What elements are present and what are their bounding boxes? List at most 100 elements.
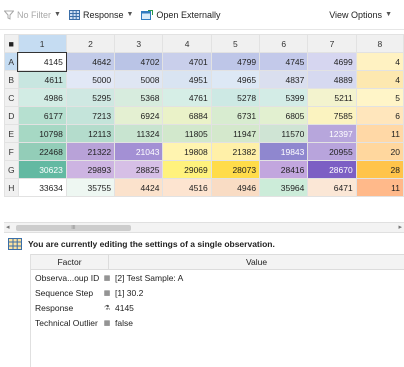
column-header-7[interactable]: 7 [307,34,357,53]
horizontal-scrollbar[interactable]: ◂ III ▸ [4,222,404,233]
property-row[interactable]: Observa...oup ID ▦ [2] Test Sample: A [31,270,404,285]
well-G4[interactable]: 29069 [162,160,212,179]
filter-dropdown[interactable]: No Filter ▼ [4,10,61,20]
row-header-H[interactable]: H [4,178,19,197]
well-A3[interactable]: 4702 [114,52,164,71]
properties-header: Factor Value [31,254,404,270]
row-header-F[interactable]: F [4,142,19,161]
scrollbar-thumb[interactable]: III [16,225,131,231]
well-D6[interactable]: 6805 [259,106,309,125]
property-row[interactable]: Response ⚗ 4145 [31,300,404,315]
factor-column-header[interactable]: Factor [31,255,109,269]
well-F1[interactable]: 22468 [17,142,67,161]
well-E6[interactable]: 11570 [259,124,309,143]
column-header-5[interactable]: 5 [210,34,261,53]
well-F8[interactable]: 20 [355,142,404,161]
column-header-8[interactable]: 8 [355,34,404,53]
well-E5[interactable]: 11947 [210,124,261,143]
well-B3[interactable]: 5008 [114,70,164,89]
well-C1[interactable]: 4986 [17,88,67,107]
well-G7[interactable]: 28670 [307,160,357,179]
column-header-6[interactable]: 6 [259,34,309,53]
well-C2[interactable]: 5295 [65,88,116,107]
well-D5[interactable]: 6731 [210,106,261,125]
well-A2[interactable]: 4642 [65,52,116,71]
well-C5[interactable]: 5278 [210,88,261,107]
row-header-D[interactable]: D [4,106,19,125]
well-E7[interactable]: 12397 [307,124,357,143]
well-H4[interactable]: 4516 [162,178,212,197]
well-A4[interactable]: 4701 [162,52,212,71]
well-B2[interactable]: 5000 [65,70,116,89]
well-E4[interactable]: 11805 [162,124,212,143]
well-G6[interactable]: 28416 [259,160,309,179]
property-row[interactable]: Sequence Step ▦ [1] 30.2 [31,285,404,300]
well-B8[interactable]: 4 [355,70,404,89]
well-C3[interactable]: 5368 [114,88,164,107]
well-G2[interactable]: 29893 [65,160,116,179]
column-header-1[interactable]: 1 [17,34,67,53]
well-H8[interactable]: 11 [355,178,404,197]
well-D4[interactable]: 6884 [162,106,212,125]
well-B7[interactable]: 4889 [307,70,357,89]
column-header-3[interactable]: 3 [114,34,164,53]
property-value[interactable]: [1] 30.2 [113,288,404,298]
select-all-corner[interactable]: ■ [4,34,19,53]
well-F7[interactable]: 20955 [307,142,357,161]
well-F5[interactable]: 21382 [210,142,261,161]
well-G8[interactable]: 28 [355,160,404,179]
well-H3[interactable]: 4424 [114,178,164,197]
well-H2[interactable]: 35755 [65,178,116,197]
property-value[interactable]: [2] Test Sample: A [113,273,404,283]
well-D3[interactable]: 6924 [114,106,164,125]
well-A5[interactable]: 4799 [210,52,261,71]
row-header-A[interactable]: A [4,52,19,71]
well-E2[interactable]: 12113 [65,124,116,143]
well-F3[interactable]: 21043 [114,142,164,161]
well-C7[interactable]: 5211 [307,88,357,107]
well-A7[interactable]: 4699 [307,52,357,71]
well-G1[interactable]: 30623 [17,160,67,179]
property-value[interactable]: 4145 [113,303,404,313]
well-E8[interactable]: 11 [355,124,404,143]
well-G3[interactable]: 28825 [114,160,164,179]
well-E1[interactable]: 10798 [17,124,67,143]
well-H6[interactable]: 35964 [259,178,309,197]
well-B6[interactable]: 4837 [259,70,309,89]
row-header-G[interactable]: G [4,160,19,179]
well-D1[interactable]: 6177 [17,106,67,125]
row-header-B[interactable]: B [4,70,19,89]
well-D8[interactable]: 6 [355,106,404,125]
well-C6[interactable]: 5399 [259,88,309,107]
well-F4[interactable]: 19808 [162,142,212,161]
well-C8[interactable]: 5 [355,88,404,107]
view-options-button[interactable]: View Options ▼ [329,10,392,20]
row-header-E[interactable]: E [4,124,19,143]
value-column-header[interactable]: Value [109,255,404,269]
well-G5[interactable]: 28073 [210,160,261,179]
well-D2[interactable]: 7213 [65,106,116,125]
column-header-2[interactable]: 2 [65,34,116,53]
well-B1[interactable]: 4611 [17,70,67,89]
property-value[interactable]: false [113,318,404,328]
well-C4[interactable]: 4761 [162,88,212,107]
well-H7[interactable]: 6471 [307,178,357,197]
open-externally-button[interactable]: Open Externally [141,9,220,20]
well-A8[interactable]: 4 [355,52,404,71]
well-E3[interactable]: 11324 [114,124,164,143]
well-A6[interactable]: 4745 [259,52,309,71]
property-row[interactable]: Technical Outlier ▦ false [31,315,404,330]
response-dropdown[interactable]: Response ▼ [68,9,133,20]
well-B4[interactable]: 4951 [162,70,212,89]
well-A1[interactable]: 4145 [17,51,68,72]
column-header-4[interactable]: 4 [162,34,212,53]
well-H5[interactable]: 4946 [210,178,261,197]
scroll-left-arrow-icon[interactable]: ◂ [6,223,10,233]
well-H1[interactable]: 33634 [17,178,67,197]
well-F2[interactable]: 21322 [65,142,116,161]
well-B5[interactable]: 4965 [210,70,261,89]
well-D7[interactable]: 7585 [307,106,357,125]
well-F6[interactable]: 19843 [259,142,309,161]
row-header-C[interactable]: C [4,88,19,107]
scroll-right-arrow-icon[interactable]: ▸ [398,223,402,233]
